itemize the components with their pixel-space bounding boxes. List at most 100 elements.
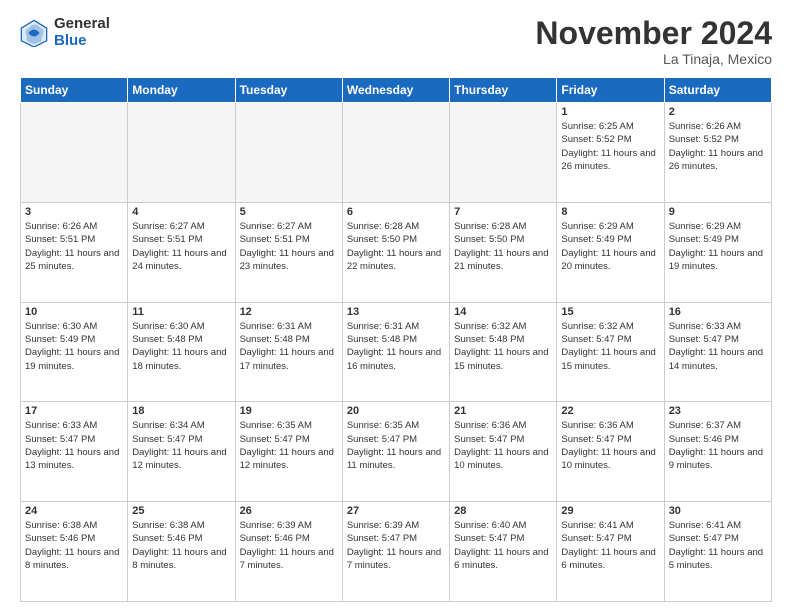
calendar-week-row: 10 Sunrise: 6:30 AM Sunset: 5:49 PM Dayli… bbox=[21, 302, 772, 402]
day-number: 22 bbox=[561, 405, 659, 417]
day-info: Sunrise: 6:35 AM Sunset: 5:47 PM Dayligh… bbox=[347, 419, 445, 472]
calendar-cell: 17 Sunrise: 6:33 AM Sunset: 5:47 PM Dayli… bbox=[21, 402, 128, 502]
calendar-week-row: 1 Sunrise: 6:25 AM Sunset: 5:52 PM Daylig… bbox=[21, 103, 772, 203]
day-info: Sunrise: 6:35 AM Sunset: 5:47 PM Dayligh… bbox=[240, 419, 338, 472]
day-number: 24 bbox=[25, 505, 123, 517]
calendar-day-header: Sunday bbox=[21, 78, 128, 103]
calendar-day-header: Wednesday bbox=[342, 78, 449, 103]
day-number: 7 bbox=[454, 206, 552, 218]
day-info: Sunrise: 6:36 AM Sunset: 5:47 PM Dayligh… bbox=[454, 419, 552, 472]
day-number: 9 bbox=[669, 206, 767, 218]
header: General Blue November 2024 La Tinaja, Me… bbox=[20, 16, 772, 67]
calendar-cell: 9 Sunrise: 6:29 AM Sunset: 5:49 PM Daylig… bbox=[664, 202, 771, 302]
day-number: 27 bbox=[347, 505, 445, 517]
calendar-cell bbox=[128, 103, 235, 203]
calendar-cell: 23 Sunrise: 6:37 AM Sunset: 5:46 PM Dayli… bbox=[664, 402, 771, 502]
day-number: 30 bbox=[669, 505, 767, 517]
day-number: 19 bbox=[240, 405, 338, 417]
calendar-cell: 29Sunrise: 6:41 AM Sunset: 5:47 PM Dayli… bbox=[557, 502, 664, 602]
day-number: 5 bbox=[240, 206, 338, 218]
day-info: Sunrise: 6:38 AM Sunset: 5:46 PM Dayligh… bbox=[132, 519, 230, 572]
day-info: Sunrise: 6:29 AM Sunset: 5:49 PM Dayligh… bbox=[561, 220, 659, 273]
calendar-week-row: 3 Sunrise: 6:26 AM Sunset: 5:51 PM Daylig… bbox=[21, 202, 772, 302]
calendar-cell: 1 Sunrise: 6:25 AM Sunset: 5:52 PM Daylig… bbox=[557, 103, 664, 203]
day-info: Sunrise: 6:26 AM Sunset: 5:51 PM Dayligh… bbox=[25, 220, 123, 273]
calendar-cell: 22 Sunrise: 6:36 AM Sunset: 5:47 PM Dayli… bbox=[557, 402, 664, 502]
page: General Blue November 2024 La Tinaja, Me… bbox=[0, 0, 792, 612]
logo-blue: Blue bbox=[54, 33, 110, 50]
day-info: Sunrise: 6:33 AM Sunset: 5:47 PM Dayligh… bbox=[25, 419, 123, 472]
day-info: Sunrise: 6:39 AM Sunset: 5:47 PM Dayligh… bbox=[347, 519, 445, 572]
day-info: Sunrise: 6:37 AM Sunset: 5:46 PM Dayligh… bbox=[669, 419, 767, 472]
calendar-cell bbox=[235, 103, 342, 203]
day-info: Sunrise: 6:30 AM Sunset: 5:49 PM Dayligh… bbox=[25, 320, 123, 373]
logo-general: General bbox=[54, 16, 110, 33]
calendar-cell: 25Sunrise: 6:38 AM Sunset: 5:46 PM Dayli… bbox=[128, 502, 235, 602]
month-title: November 2024 bbox=[535, 16, 772, 51]
calendar-cell: 26Sunrise: 6:39 AM Sunset: 5:46 PM Dayli… bbox=[235, 502, 342, 602]
day-info: Sunrise: 6:27 AM Sunset: 5:51 PM Dayligh… bbox=[132, 220, 230, 273]
calendar-cell bbox=[21, 103, 128, 203]
day-info: Sunrise: 6:29 AM Sunset: 5:49 PM Dayligh… bbox=[669, 220, 767, 273]
calendar-cell: 28 Sunrise: 6:40 AM Sunset: 5:47 PM Dayli… bbox=[450, 502, 557, 602]
day-info: Sunrise: 6:41 AM Sunset: 5:47 PM Dayligh… bbox=[669, 519, 767, 572]
calendar-cell: 27 Sunrise: 6:39 AM Sunset: 5:47 PM Dayli… bbox=[342, 502, 449, 602]
calendar-cell: 20Sunrise: 6:35 AM Sunset: 5:47 PM Dayli… bbox=[342, 402, 449, 502]
day-number: 10 bbox=[25, 306, 123, 318]
day-number: 11 bbox=[132, 306, 230, 318]
day-number: 2 bbox=[669, 106, 767, 118]
day-info: Sunrise: 6:26 AM Sunset: 5:52 PM Dayligh… bbox=[669, 120, 767, 173]
location: La Tinaja, Mexico bbox=[535, 51, 772, 67]
day-number: 8 bbox=[561, 206, 659, 218]
logo: General Blue bbox=[20, 16, 110, 49]
calendar-cell: 11 Sunrise: 6:30 AM Sunset: 5:48 PM Dayli… bbox=[128, 302, 235, 402]
title-block: November 2024 La Tinaja, Mexico bbox=[535, 16, 772, 67]
day-info: Sunrise: 6:25 AM Sunset: 5:52 PM Dayligh… bbox=[561, 120, 659, 173]
day-info: Sunrise: 6:40 AM Sunset: 5:47 PM Dayligh… bbox=[454, 519, 552, 572]
calendar-cell: 16 Sunrise: 6:33 AM Sunset: 5:47 PM Dayli… bbox=[664, 302, 771, 402]
calendar-cell: 13Sunrise: 6:31 AM Sunset: 5:48 PM Dayli… bbox=[342, 302, 449, 402]
calendar-day-header: Tuesday bbox=[235, 78, 342, 103]
day-info: Sunrise: 6:36 AM Sunset: 5:47 PM Dayligh… bbox=[561, 419, 659, 472]
day-number: 18 bbox=[132, 405, 230, 417]
calendar-cell: 18 Sunrise: 6:34 AM Sunset: 5:47 PM Dayli… bbox=[128, 402, 235, 502]
logo-text: General Blue bbox=[54, 16, 110, 49]
calendar-week-row: 17 Sunrise: 6:33 AM Sunset: 5:47 PM Dayli… bbox=[21, 402, 772, 502]
calendar-cell: 24 Sunrise: 6:38 AM Sunset: 5:46 PM Dayli… bbox=[21, 502, 128, 602]
calendar-header-row: SundayMondayTuesdayWednesdayThursdayFrid… bbox=[21, 78, 772, 103]
day-info: Sunrise: 6:34 AM Sunset: 5:47 PM Dayligh… bbox=[132, 419, 230, 472]
calendar-cell: 21Sunrise: 6:36 AM Sunset: 5:47 PM Dayli… bbox=[450, 402, 557, 502]
day-number: 23 bbox=[669, 405, 767, 417]
day-number: 26 bbox=[240, 505, 338, 517]
calendar-week-row: 24 Sunrise: 6:38 AM Sunset: 5:46 PM Dayli… bbox=[21, 502, 772, 602]
day-number: 17 bbox=[25, 405, 123, 417]
day-number: 6 bbox=[347, 206, 445, 218]
calendar-day-header: Saturday bbox=[664, 78, 771, 103]
calendar-day-header: Monday bbox=[128, 78, 235, 103]
day-info: Sunrise: 6:31 AM Sunset: 5:48 PM Dayligh… bbox=[347, 320, 445, 373]
calendar: SundayMondayTuesdayWednesdayThursdayFrid… bbox=[20, 77, 772, 602]
calendar-cell: 30 Sunrise: 6:41 AM Sunset: 5:47 PM Dayli… bbox=[664, 502, 771, 602]
day-info: Sunrise: 6:28 AM Sunset: 5:50 PM Dayligh… bbox=[347, 220, 445, 273]
day-info: Sunrise: 6:30 AM Sunset: 5:48 PM Dayligh… bbox=[132, 320, 230, 373]
calendar-cell: 19 Sunrise: 6:35 AM Sunset: 5:47 PM Dayli… bbox=[235, 402, 342, 502]
day-info: Sunrise: 6:38 AM Sunset: 5:46 PM Dayligh… bbox=[25, 519, 123, 572]
day-number: 3 bbox=[25, 206, 123, 218]
day-number: 28 bbox=[454, 505, 552, 517]
day-info: Sunrise: 6:33 AM Sunset: 5:47 PM Dayligh… bbox=[669, 320, 767, 373]
calendar-cell bbox=[342, 103, 449, 203]
calendar-cell: 3 Sunrise: 6:26 AM Sunset: 5:51 PM Daylig… bbox=[21, 202, 128, 302]
calendar-day-header: Friday bbox=[557, 78, 664, 103]
calendar-cell: 7 Sunrise: 6:28 AM Sunset: 5:50 PM Daylig… bbox=[450, 202, 557, 302]
calendar-cell: 8 Sunrise: 6:29 AM Sunset: 5:49 PM Daylig… bbox=[557, 202, 664, 302]
calendar-cell: 15Sunrise: 6:32 AM Sunset: 5:47 PM Dayli… bbox=[557, 302, 664, 402]
day-number: 1 bbox=[561, 106, 659, 118]
calendar-cell: 2 Sunrise: 6:26 AM Sunset: 5:52 PM Daylig… bbox=[664, 103, 771, 203]
day-info: Sunrise: 6:28 AM Sunset: 5:50 PM Dayligh… bbox=[454, 220, 552, 273]
day-number: 14 bbox=[454, 306, 552, 318]
day-number: 12 bbox=[240, 306, 338, 318]
day-number: 15 bbox=[561, 306, 659, 318]
day-number: 16 bbox=[669, 306, 767, 318]
calendar-cell bbox=[450, 103, 557, 203]
day-info: Sunrise: 6:31 AM Sunset: 5:48 PM Dayligh… bbox=[240, 320, 338, 373]
